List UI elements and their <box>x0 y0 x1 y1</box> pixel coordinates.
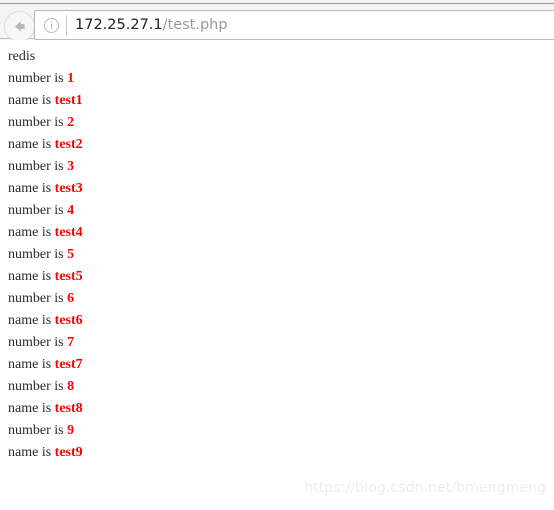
navigation-toolbar: 172.25.27.1/test.php <box>0 5 554 42</box>
output-line-value: test9 <box>54 445 83 460</box>
address-bar-text: 172.25.27.1/test.php <box>75 11 228 39</box>
output-line-value: 6 <box>67 291 75 306</box>
output-line-label: redis <box>8 49 36 64</box>
output-line-label: name is <box>8 445 55 460</box>
output-line-label: number is <box>8 159 68 174</box>
output-line: number is 4 <box>8 200 83 222</box>
output-line-value: 7 <box>67 335 75 350</box>
output-line: number is 8 <box>8 376 83 398</box>
identity-separator <box>66 15 67 36</box>
php-output-list: redis number is 1 name is test1 number is 2… <box>8 46 83 464</box>
output-line: number is 5 <box>8 244 83 266</box>
back-button[interactable] <box>4 11 35 42</box>
output-line-value: test2 <box>54 137 83 152</box>
address-bar-host: 172.25.27.1 <box>75 17 163 33</box>
output-line-label: name is <box>8 269 55 284</box>
output-line-label: name is <box>8 313 55 328</box>
output-line-value: 5 <box>67 247 75 262</box>
output-line: redis <box>8 46 83 68</box>
output-line-label: number is <box>8 379 68 394</box>
output-line-value: test4 <box>54 225 83 240</box>
output-line: name is test8 <box>8 398 83 420</box>
output-line-value: test5 <box>54 269 83 284</box>
output-line-value: test1 <box>54 93 83 108</box>
output-line-value: 8 <box>67 379 75 394</box>
output-line-label: name is <box>8 93 55 108</box>
address-bar[interactable]: 172.25.27.1/test.php <box>34 10 554 40</box>
output-line: number is 7 <box>8 332 83 354</box>
output-line: number is 2 <box>8 112 83 134</box>
output-line: name is test4 <box>8 222 83 244</box>
output-line-value: 4 <box>67 203 75 218</box>
output-line: name is test6 <box>8 310 83 332</box>
output-line: name is test5 <box>8 266 83 288</box>
output-line: number is 6 <box>8 288 83 310</box>
output-line-value: 3 <box>67 159 75 174</box>
tab-strip-edge <box>0 0 554 4</box>
output-line-value: 1 <box>67 71 75 86</box>
output-line-label: number is <box>8 203 68 218</box>
output-line: name is test1 <box>8 90 83 112</box>
address-bar-path: /test.php <box>162 17 228 33</box>
output-line-label: name is <box>8 137 55 152</box>
output-line: name is test7 <box>8 354 83 376</box>
watermark-text: https://blog.csdn.net/bmengmeng <box>304 480 546 496</box>
output-line: number is 3 <box>8 156 83 178</box>
output-line-label: number is <box>8 115 68 130</box>
output-line-label: number is <box>8 71 68 86</box>
output-line-label: number is <box>8 291 68 306</box>
output-line-label: name is <box>8 357 55 372</box>
output-line: number is 9 <box>8 420 83 442</box>
output-line-label: name is <box>8 181 55 196</box>
browser-chrome: 172.25.27.1/test.php <box>0 0 554 42</box>
output-line-label: number is <box>8 247 68 262</box>
info-circle-icon[interactable] <box>43 17 60 34</box>
output-line-label: name is <box>8 225 55 240</box>
page-viewport: redis number is 1 name is test1 number is 2… <box>0 40 554 510</box>
output-line-value: 9 <box>67 423 75 438</box>
output-line-value: test8 <box>54 401 83 416</box>
output-line-value: test6 <box>54 313 83 328</box>
output-line-label: number is <box>8 423 68 438</box>
output-line: name is test2 <box>8 134 83 156</box>
output-line: name is test9 <box>8 442 83 464</box>
output-line-value: test3 <box>54 181 83 196</box>
output-line-value: test7 <box>54 357 83 372</box>
output-line: number is 1 <box>8 68 83 90</box>
output-line-label: name is <box>8 401 55 416</box>
output-line-value: 2 <box>67 115 75 130</box>
output-line-label: number is <box>8 335 68 350</box>
output-line: name is test3 <box>8 178 83 200</box>
